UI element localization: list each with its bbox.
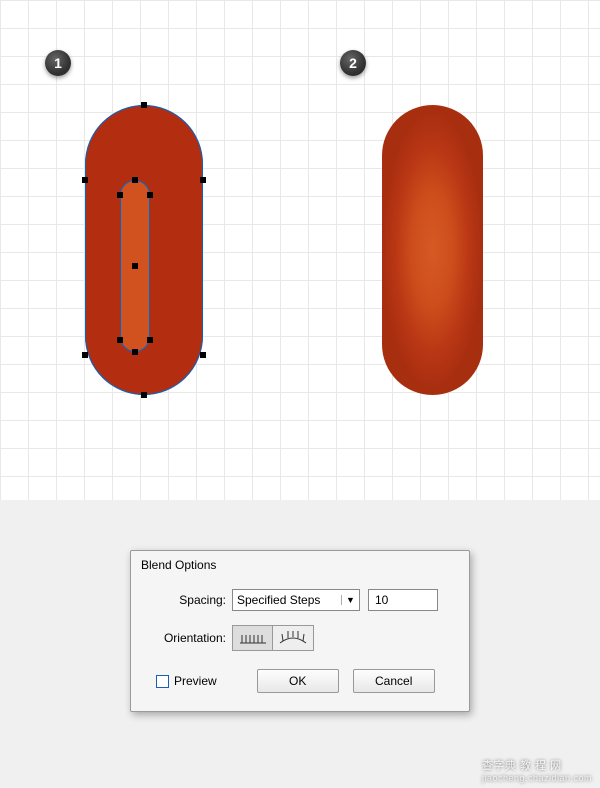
anchor-handle[interactable]	[200, 352, 206, 358]
preview-label: Preview	[174, 674, 217, 688]
spacing-row: Spacing: Specified Steps ▼	[146, 589, 454, 611]
anchor-handle[interactable]	[132, 349, 138, 355]
steps-input[interactable]	[368, 589, 438, 611]
anchor-handle[interactable]	[117, 337, 123, 343]
dialog-button-row: Preview OK Cancel	[146, 669, 454, 693]
step-badge-2: 2	[340, 50, 366, 76]
step-badge-1: 1	[45, 50, 71, 76]
anchor-handle[interactable]	[141, 392, 147, 398]
cancel-button-label: Cancel	[375, 674, 412, 688]
orientation-align-path-button[interactable]	[273, 626, 313, 650]
cancel-button[interactable]: Cancel	[353, 669, 435, 693]
anchor-handle[interactable]	[117, 192, 123, 198]
spacing-label: Spacing:	[146, 593, 232, 607]
watermark-sub: jiaocheng.chazidian.com	[482, 773, 592, 783]
anchor-handle[interactable]	[147, 337, 153, 343]
dialog-body: Spacing: Specified Steps ▼ Orientation:	[131, 579, 469, 711]
anchor-handle[interactable]	[147, 192, 153, 198]
orientation-path-icon	[278, 631, 308, 645]
blend-options-dialog: Blend Options Spacing: Specified Steps ▼…	[130, 550, 470, 712]
blended-result-shape[interactable]	[382, 105, 483, 395]
ok-button[interactable]: OK	[257, 669, 339, 693]
step-number: 2	[349, 55, 357, 71]
watermark: 查字典 教 程 网 jiaocheng.chazidian.com	[482, 757, 592, 783]
ok-button-label: OK	[289, 674, 306, 688]
orientation-row: Orientation:	[146, 625, 454, 651]
orientation-toggle-group	[232, 625, 314, 651]
dialog-title: Blend Options	[131, 551, 469, 579]
anchor-handle[interactable]	[200, 177, 206, 183]
canvas-artboard[interactable]: 1 2	[0, 0, 600, 500]
orientation-page-icon	[238, 631, 268, 645]
orientation-align-page-button[interactable]	[233, 626, 273, 650]
anchor-handle[interactable]	[132, 177, 138, 183]
preview-checkbox[interactable]	[156, 675, 169, 688]
anchor-handle[interactable]	[141, 102, 147, 108]
anchor-handle[interactable]	[82, 177, 88, 183]
orientation-label: Orientation:	[146, 631, 232, 645]
dropdown-arrow-icon: ▼	[341, 595, 355, 605]
anchor-handle[interactable]	[82, 352, 88, 358]
dialog-backdrop: Blend Options Spacing: Specified Steps ▼…	[0, 500, 600, 788]
spacing-selected-value: Specified Steps	[237, 593, 341, 607]
step-number: 1	[54, 55, 62, 71]
spacing-select[interactable]: Specified Steps ▼	[232, 589, 360, 611]
anchor-handle[interactable]	[132, 263, 138, 269]
watermark-main: 查字典 教 程 网	[482, 760, 562, 772]
